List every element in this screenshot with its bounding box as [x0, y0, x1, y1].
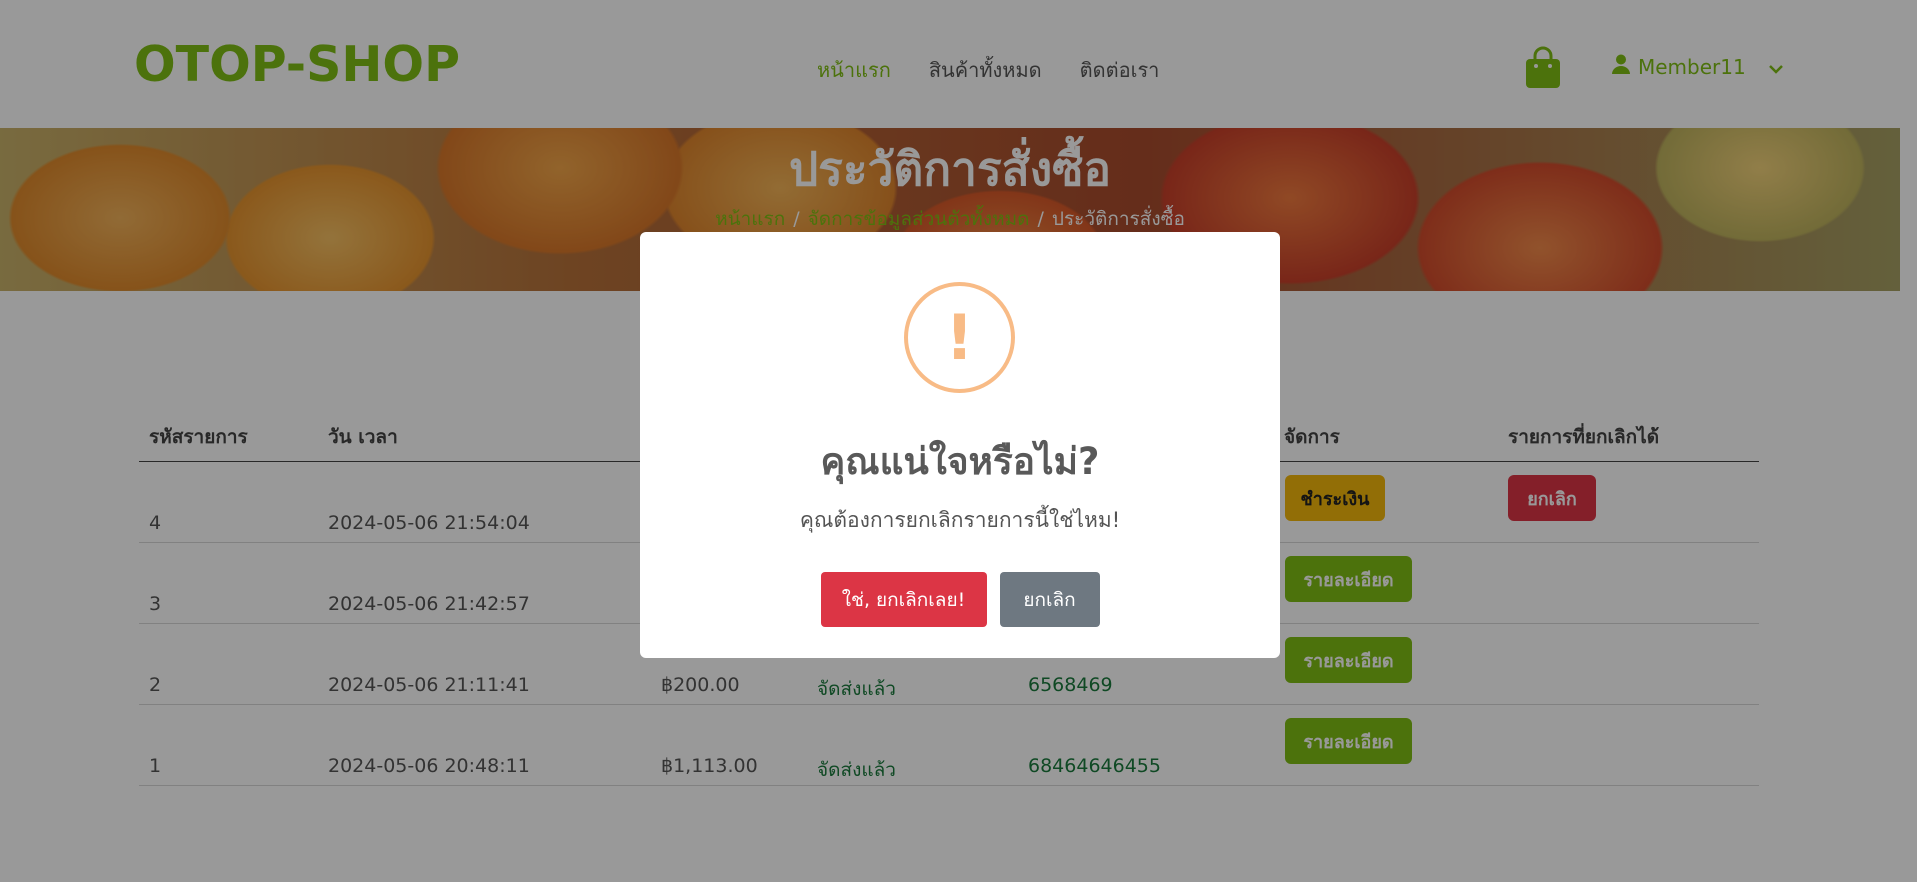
- dismiss-button[interactable]: ยกเลิก: [999, 572, 1100, 627]
- dialog-title: คุณแน่ใจหรือไม่?: [820, 440, 1100, 483]
- dialog-actions: ใช่, ยกเลิกเลย! ยกเลิก: [640, 572, 1280, 627]
- confirm-dialog: ! คุณแน่ใจหรือไม่? คุณต้องการยกเลิกรายกา…: [640, 232, 1280, 658]
- dialog-message: คุณต้องการยกเลิกรายการนี้ใช่ไหม!: [799, 508, 1121, 532]
- warning-mark: !: [945, 301, 974, 374]
- confirm-cancel-button[interactable]: ใช่, ยกเลิกเลย!: [820, 572, 987, 627]
- warning-icon: !: [904, 282, 1015, 393]
